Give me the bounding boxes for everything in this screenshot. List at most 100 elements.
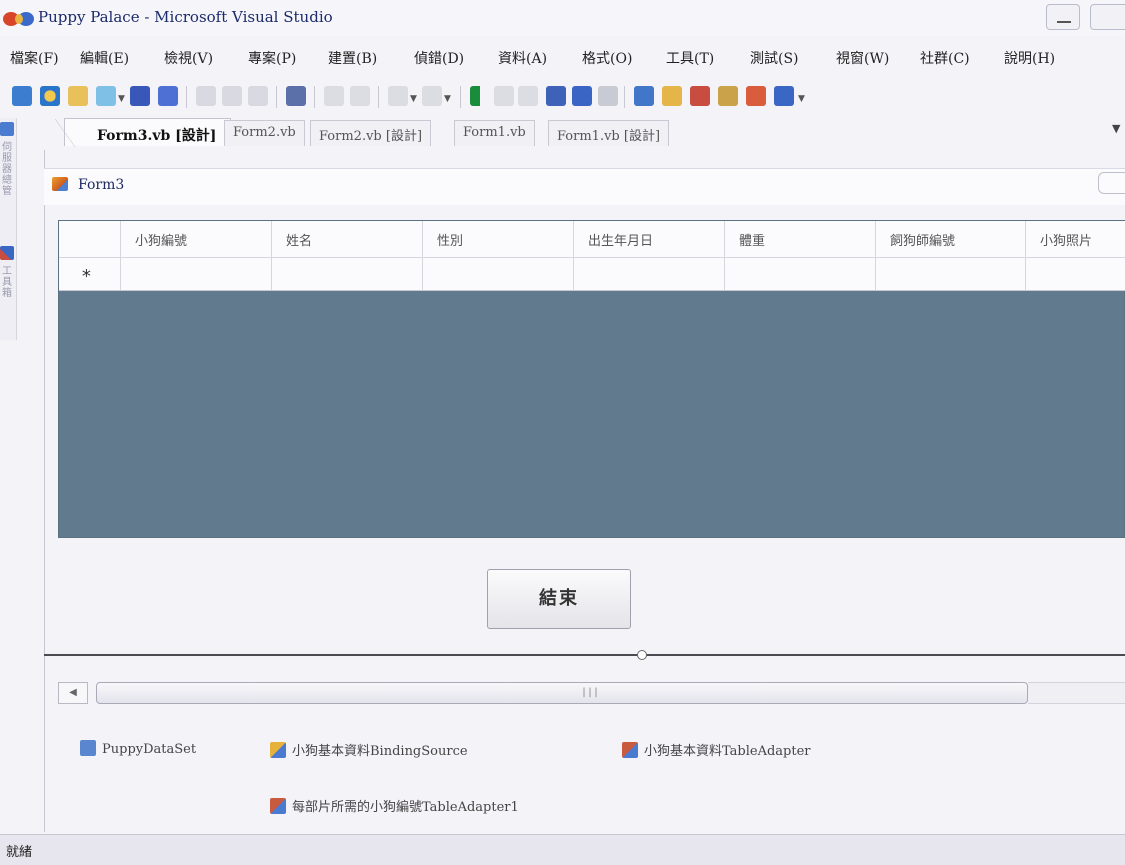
solution-explorer-icon[interactable] (634, 86, 654, 106)
undo-icon[interactable] (388, 86, 408, 106)
add-new-item-icon[interactable] (96, 86, 116, 106)
stop-icon[interactable] (518, 86, 538, 106)
visual-studio-logo-icon (3, 12, 34, 26)
chevron-down-icon[interactable]: ▼ (444, 94, 451, 104)
server-explorer-icon[interactable] (0, 122, 14, 136)
menu-project[interactable]: 專案(P) (248, 48, 296, 68)
menu-file[interactable]: 檔案(F) (10, 48, 59, 68)
grid-cell[interactable] (423, 258, 574, 290)
tab-form1-design[interactable]: Form1.vb [設計] (548, 120, 670, 146)
chevron-down-icon[interactable]: ▼ (410, 94, 417, 104)
menu-help[interactable]: 說明(H) (1004, 48, 1055, 68)
tray-dataset[interactable]: PuppyDataSet (80, 740, 196, 757)
standard-toolbar: ▼ ▼ ▼ ▼ (0, 78, 1125, 114)
scroll-track[interactable] (1028, 682, 1125, 704)
menu-view[interactable]: 檢視(V) (164, 48, 213, 68)
grid-cell[interactable] (876, 258, 1026, 290)
table-adapter-icon (622, 742, 638, 758)
copy-icon[interactable] (222, 86, 242, 106)
new-project-icon[interactable] (12, 86, 32, 106)
step-over-icon[interactable] (572, 86, 592, 106)
grid-column-header[interactable]: 飼狗師編號 (876, 221, 1026, 257)
pause-icon[interactable] (494, 86, 514, 106)
maximize-button[interactable] (1090, 4, 1125, 30)
grid-column-header[interactable]: 體重 (725, 221, 876, 257)
tab-form2-code[interactable]: Form2.vb (224, 120, 305, 146)
toolbar-separator (624, 86, 625, 108)
menu-debug[interactable]: 偵錯(D) (414, 48, 464, 68)
menu-format[interactable]: 格式(O) (582, 48, 632, 68)
menu-test[interactable]: 測試(S) (750, 48, 799, 68)
paste-icon[interactable] (248, 86, 268, 106)
tray-binding-source[interactable]: 小狗基本資料BindingSource (270, 740, 468, 759)
save-all-icon[interactable] (158, 86, 178, 106)
toolbar-separator (186, 86, 187, 108)
status-bar: 就緒 (0, 834, 1125, 865)
form-icon (52, 177, 68, 191)
menu-community[interactable]: 社群(C) (920, 48, 970, 68)
grid-column-header[interactable]: 姓名 (272, 221, 423, 257)
server-explorer-label[interactable]: 伺服器總管 (2, 142, 13, 238)
menu-data[interactable]: 資料(A) (498, 48, 547, 68)
comment-icon[interactable] (324, 86, 344, 106)
grid-column-header[interactable]: 小狗照片 (1026, 221, 1125, 257)
table-adapter-icon (270, 798, 286, 814)
grid-cell[interactable] (1026, 258, 1125, 290)
left-tool-strip: 伺服器總管 工具箱 (0, 118, 17, 340)
grid-new-row[interactable]: * (59, 257, 1125, 291)
grid-cell[interactable] (121, 258, 272, 290)
save-icon[interactable] (130, 86, 150, 106)
find-icon[interactable] (286, 86, 306, 106)
horizontal-scrollbar[interactable]: ◀ ||| (58, 682, 1125, 704)
command-window-icon[interactable] (774, 86, 794, 106)
grid-corner-header[interactable] (59, 221, 121, 257)
menu-tools[interactable]: 工具(T) (666, 48, 714, 68)
resize-handle[interactable] (637, 650, 647, 660)
grid-cell[interactable] (272, 258, 423, 290)
start-debugging-icon[interactable] (470, 86, 490, 106)
toolbox-icon[interactable] (0, 246, 14, 260)
open-file-icon[interactable] (68, 86, 88, 106)
grid-cell[interactable] (574, 258, 725, 290)
cut-icon[interactable] (196, 86, 216, 106)
chevron-down-icon[interactable]: ▼ (118, 94, 125, 104)
toolbar-separator (460, 86, 461, 108)
menu-edit[interactable]: 編輯(E) (80, 48, 129, 68)
tray-table-adapter2-label: 每部片所需的小狗編號TableAdapter1 (292, 800, 519, 815)
properties-icon[interactable] (662, 86, 682, 106)
row-header[interactable]: * (59, 258, 121, 290)
toolbox-icon[interactable] (718, 86, 738, 106)
grid-column-header[interactable]: 性別 (423, 221, 574, 257)
step-out-icon[interactable] (598, 86, 618, 106)
data-grid-view[interactable]: 小狗編號 姓名 性別 出生年月日 體重 飼狗師編號 小狗照片 * (58, 220, 1125, 538)
grid-column-header[interactable]: 小狗編號 (121, 221, 272, 257)
scroll-left-arrow-icon[interactable]: ◀ (58, 682, 88, 704)
title-bar: Puppy Palace - Microsoft Visual Studio (0, 0, 1125, 36)
step-into-icon[interactable] (546, 86, 566, 106)
redo-icon[interactable] (422, 86, 442, 106)
form-control-box[interactable] (1098, 172, 1125, 194)
tray-table-adapter[interactable]: 小狗基本資料TableAdapter (622, 740, 811, 759)
scroll-thumb[interactable]: ||| (96, 682, 1028, 704)
object-browser-icon[interactable] (690, 86, 710, 106)
grid-cell[interactable] (725, 258, 876, 290)
start-page-icon[interactable] (746, 86, 766, 106)
toolbox-label[interactable]: 工具箱 (2, 266, 13, 326)
grid-column-header[interactable]: 出生年月日 (574, 221, 725, 257)
end-button[interactable]: 結束 (487, 569, 631, 629)
menu-build[interactable]: 建置(B) (328, 48, 377, 68)
uncomment-icon[interactable] (350, 86, 370, 106)
tab-form1-code[interactable]: Form1.vb (454, 120, 535, 146)
minimize-button[interactable] (1046, 4, 1080, 30)
form-title-bar[interactable] (44, 168, 1125, 205)
add-item-icon[interactable] (40, 86, 60, 106)
scroll-grip-icon: ||| (581, 687, 600, 698)
tray-table-adapter2[interactable]: 每部片所需的小狗編號TableAdapter1 (270, 796, 519, 815)
chevron-down-icon[interactable]: ▼ (798, 94, 805, 104)
form-title: Form3 (78, 177, 125, 193)
tab-form2-design[interactable]: Form2.vb [設計] (310, 120, 432, 146)
chevron-down-icon[interactable]: ▼ (1112, 122, 1120, 135)
menu-window[interactable]: 視窗(W) (836, 48, 889, 68)
tray-binding-source-label: 小狗基本資料BindingSource (292, 744, 468, 759)
tab-form3-design[interactable]: Form3.vb [設計] (54, 118, 232, 147)
